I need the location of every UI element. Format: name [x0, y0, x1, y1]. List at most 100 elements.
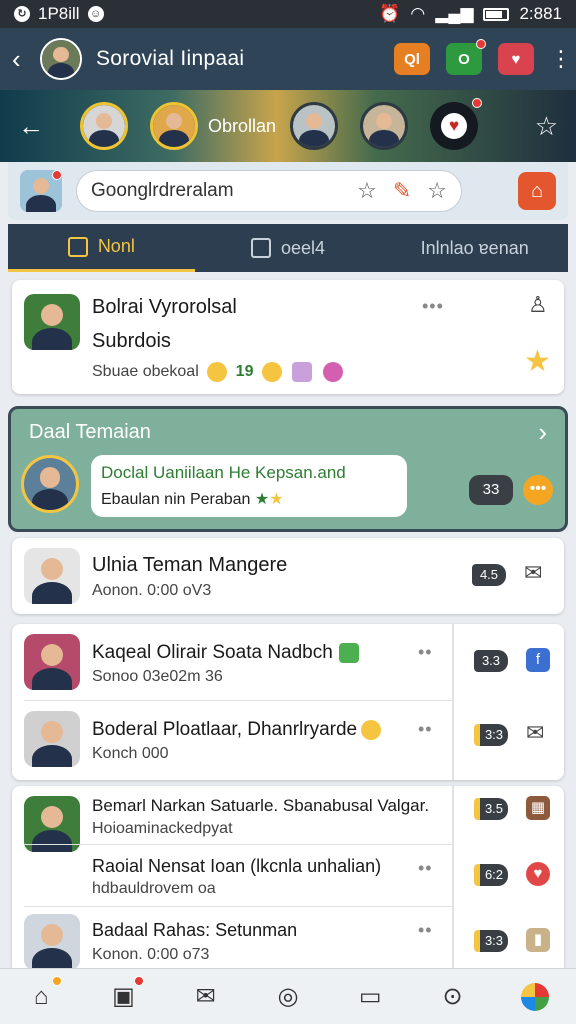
card-meta-count: 19	[235, 363, 254, 381]
facebook-icon[interactable]: f	[526, 648, 550, 672]
bubble-text: Ebaulan nin Peraban	[101, 491, 251, 508]
story-avatar[interactable]	[80, 102, 128, 150]
list-item[interactable]: Kaqeal Olirair Soata Nadbch Sonoo 03e02m…	[12, 624, 452, 700]
notification-badge	[52, 170, 62, 180]
divider	[452, 624, 454, 780]
story-avatar[interactable]	[150, 102, 198, 150]
mail-icon[interactable]: ✉	[189, 980, 223, 1014]
sticker-icon	[322, 362, 343, 382]
star-icon[interactable]: ☆	[427, 178, 447, 204]
avatar	[24, 711, 80, 767]
tab-label: Inlnlao ɐenan	[420, 237, 529, 258]
emoji-icon	[261, 362, 282, 382]
item-subtitle: Sonoo 03e02m 36	[92, 668, 223, 685]
story-bar: ← Obrollan ♥ ☆	[0, 90, 576, 162]
star-icon: ★	[254, 491, 270, 508]
tab-third[interactable]: Inlnlao ɐenan	[381, 224, 568, 272]
globe-graphic	[520, 982, 549, 1011]
more-dots-icon[interactable]: ••	[418, 858, 433, 879]
edit-icon[interactable]: ✎	[393, 178, 411, 204]
story-avatar[interactable]	[290, 102, 339, 150]
list-item[interactable]: Raoial Nensat Ioan (lkcnla unhalian) hdb…	[12, 846, 452, 906]
like-button[interactable]: ♥	[498, 43, 534, 75]
search-input[interactable]	[91, 180, 358, 202]
star-icon: ★	[269, 491, 284, 508]
top-card[interactable]: Bolrai Vyrorolsal Subrdois Sbuae obekoal…	[12, 280, 564, 394]
brown-app-icon[interactable]: ▦	[526, 796, 550, 820]
wallet-icon[interactable]: ▣	[106, 975, 145, 1014]
more-dots-icon[interactable]: •••	[422, 296, 444, 317]
star-icon[interactable]: ☆	[357, 178, 377, 204]
mail-icon[interactable]: ✉	[524, 560, 542, 586]
quote-button-label: Ql	[404, 50, 420, 68]
location-icon[interactable]: ⊙	[436, 980, 470, 1014]
list-group-items: Kaqeal Olirair Soata Nadbch Sonoo 03e02m…	[12, 624, 452, 780]
signal-icon: ▂▄▆	[435, 4, 474, 23]
profile-avatar[interactable]	[20, 170, 62, 212]
more-dots-icon[interactable]: •••	[523, 475, 553, 505]
tab-home[interactable]: Nonl	[8, 224, 195, 272]
item-title: Raoial Nensat Ioan (lkcnla unhalian)	[92, 856, 382, 876]
mail-icon[interactable]: ✉	[526, 720, 544, 746]
notification-badge	[134, 975, 145, 986]
count-tag: 6:2	[474, 864, 508, 886]
call-button-label: O	[458, 50, 470, 68]
notification-icon: ☺	[87, 6, 104, 22]
calendar-icon	[67, 236, 88, 257]
tab-second[interactable]: oeel4	[195, 224, 382, 272]
featured-title: Daal Temaian	[29, 421, 151, 443]
featured-card[interactable]: Daal Temaian › Doclal Uaniilaan He Kepsa…	[8, 406, 568, 532]
list-item[interactable]: Bemarl Narkan Satuarle. Sbanabusal Valga…	[12, 786, 452, 852]
clock: 2:881	[519, 4, 562, 23]
list-group: Bemarl Narkan Satuarle. Sbanabusal Valga…	[12, 786, 564, 970]
status-bar: ↻ 1P8ill ☺ ⏰ ◠ ▂▄▆ 2:881	[0, 0, 576, 28]
chat-icon[interactable]: ▭	[353, 980, 387, 1014]
battery-icon	[483, 7, 510, 21]
home-button[interactable]: ⌂	[518, 172, 556, 210]
more-dots-icon[interactable]: ••	[418, 719, 433, 740]
heart-app-icon[interactable]: ♥	[526, 862, 550, 886]
avatar	[24, 548, 80, 604]
more-dots-icon[interactable]: ••	[418, 642, 433, 663]
list-item[interactable]: Badaal Rahas: Setunman Konon. 0:00 o73 •…	[12, 908, 452, 970]
item-subtitle: Konch 000	[92, 745, 169, 762]
quote-button[interactable]: Ql	[394, 43, 430, 75]
list-item[interactable]: Boderal Ploatlaar, Dhanrlryarde Konch 00…	[12, 701, 452, 777]
call-button[interactable]: O	[446, 39, 486, 75]
sync-icon: ↻	[14, 6, 30, 22]
story-avatar[interactable]	[360, 102, 409, 150]
star-icon[interactable]: ★	[524, 344, 551, 379]
document-icon	[250, 238, 271, 258]
more-dots-icon[interactable]: ••	[418, 920, 433, 941]
bubble-line: Doclal Uaniilaan He Kepsan.and	[101, 463, 346, 482]
emoji-icon	[361, 719, 382, 740]
home-icon[interactable]: ⌂	[24, 975, 63, 1014]
like-button-label: ♥	[511, 50, 521, 68]
favorites-button[interactable]: ♥	[430, 98, 483, 150]
notification-badge	[476, 39, 486, 49]
back-arrow-icon[interactable]: ←	[18, 111, 52, 142]
item-subtitle: Aonon. 0:00 oV3	[92, 582, 212, 599]
compass-icon[interactable]: ◎	[271, 980, 305, 1014]
chart-app-icon[interactable]: ▮	[526, 928, 550, 952]
count-tag: 3.3	[474, 650, 508, 672]
wifi-icon: ◠	[410, 4, 426, 23]
card-subtitle: Subrdois	[92, 330, 171, 352]
person-icon[interactable]: ♙	[528, 292, 548, 318]
card-meta-text: Sbuae obekoal	[92, 363, 199, 381]
list-group: Kaqeal Olirair Soata Nadbch Sonoo 03e02m…	[12, 624, 564, 780]
avatar[interactable]	[40, 38, 82, 80]
divider	[24, 844, 452, 845]
item-title: Kaqeal Olirair Soata Nadbch	[92, 642, 359, 664]
chevron-right-icon[interactable]: ›	[538, 417, 547, 448]
message-bubble: Doclal Uaniilaan He Kepsan.and Ebaulan n…	[91, 455, 407, 517]
star-outline-icon[interactable]: ☆	[535, 111, 558, 142]
count-tag: 4.5	[472, 564, 506, 586]
search-field[interactable]: ☆ ✎ ☆	[76, 170, 462, 212]
list-item[interactable]: Ulnia Teman Mangere Aonon. 0:00 oV3 4.5 …	[12, 538, 564, 614]
emoji-icon	[338, 642, 359, 663]
globe-icon[interactable]	[518, 980, 552, 1014]
count-tag: 3.5	[474, 798, 508, 820]
back-arrow-icon[interactable]: ‹	[12, 44, 34, 75]
more-menu-icon[interactable]: ⋮	[550, 48, 572, 70]
